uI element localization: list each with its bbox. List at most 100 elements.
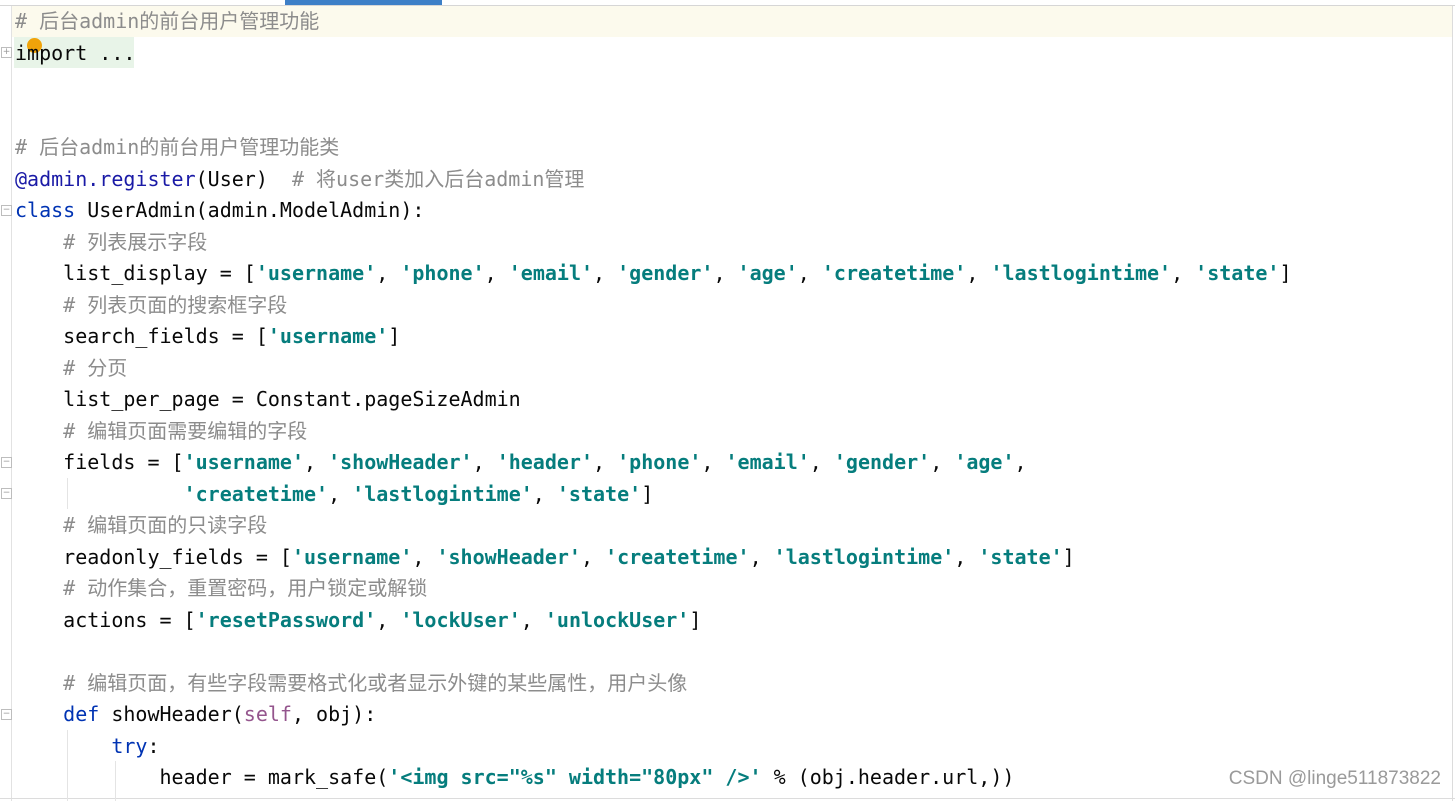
code-token: , [809, 450, 834, 474]
code-token: def [63, 702, 100, 726]
code-token: , [580, 544, 606, 569]
code-line[interactable]: # 动作集合，重置密码，用户锁定或解锁 [15, 573, 1292, 605]
code-token: , [749, 544, 774, 569]
code-token: , [930, 450, 955, 474]
code-token: 'gender' [617, 261, 714, 285]
code-line[interactable]: list_per_page = Constant.pageSizeAdmin [15, 384, 1292, 416]
code-token: # 后台admin的前台用户管理功能类 [15, 135, 340, 159]
code-token: 'username' [183, 450, 304, 474]
code-editor[interactable]: # 后台admin的前台用户管理功能 import ... # 后台admin的前… [15, 6, 1292, 794]
code-token: 'email' [725, 450, 810, 474]
fold-collapse-icon[interactable]: − [1, 457, 12, 468]
code-token: ] [641, 481, 654, 506]
code-line[interactable]: try: [15, 731, 1292, 763]
code-token: readonly_fields = [ [15, 544, 292, 569]
code-token: 'username' [255, 261, 377, 285]
code-token: , [376, 261, 401, 285]
code-token: , [532, 481, 557, 506]
code-token: , [304, 450, 329, 474]
code-line[interactable]: # 编辑页面需要编辑的字段 [15, 416, 1292, 448]
code-token: 'lockUser' [400, 607, 521, 632]
code-line[interactable]: # 列表展示字段 [15, 227, 1292, 259]
code-token: 'showHeader' [328, 450, 473, 474]
code-token: 'lastlogintime' [352, 481, 533, 506]
code-token: @admin.register [15, 166, 196, 191]
code-token: '<img src="%s" width="80px" />' [388, 765, 762, 789]
code-line[interactable]: # 分页 [15, 353, 1292, 385]
code-token: 'header' [496, 450, 594, 474]
code-token: , [966, 261, 991, 285]
code-line[interactable]: # 后台admin的前台用户管理功能 [15, 6, 1292, 38]
code-line[interactable]: # 编辑页面，有些字段需要格式化或者显示外键的某些属性，用户头像 [15, 668, 1292, 700]
code-line[interactable]: fields = ['username', 'showHeader', 'hea… [15, 447, 1292, 479]
code-token: # 后台admin的前台用户管理功能 [15, 9, 320, 33]
code-token: list_per_page = Constant.pageSizeAdmin [15, 387, 521, 411]
code-line[interactable]: header = mark_safe('<img src="%s" width=… [15, 762, 1292, 794]
code-token: # 分页 [63, 355, 128, 380]
code-line[interactable] [15, 101, 1292, 133]
code-line[interactable]: @admin.register(User) # 将user类加入后台admin管… [15, 164, 1292, 196]
code-line[interactable] [15, 636, 1292, 668]
code-line[interactable]: 'createtime', 'lastlogintime', 'state'] [15, 479, 1292, 511]
code-token: , [520, 607, 545, 632]
code-line[interactable]: # 编辑页面的只读字段 [15, 510, 1292, 542]
code-token: , [797, 261, 822, 285]
code-token: actions = [ [15, 607, 196, 632]
editor-right-border [1452, 6, 1453, 801]
code-token: , [593, 261, 618, 285]
code-token: , [484, 261, 509, 285]
code-token: 'resetPassword' [195, 607, 377, 632]
code-token: 'email' [508, 261, 594, 285]
code-token: # 编辑页面，有些字段需要格式化或者显示外键的某些属性，用户头像 [63, 670, 688, 695]
code-token: , [412, 544, 437, 569]
code-token: , [328, 481, 353, 506]
code-line[interactable]: def showHeader(self, obj): [15, 699, 1292, 731]
fold-expand-icon[interactable]: + [1, 47, 12, 58]
fold-collapse-icon[interactable]: − [1, 205, 12, 216]
code-token: 'age' [954, 450, 1015, 474]
code-line[interactable]: class UserAdmin(admin.ModelAdmin): [15, 195, 1292, 227]
code-token: 'username' [267, 324, 389, 348]
code-token: 'state' [556, 481, 642, 506]
code-token: 'lastlogintime' [990, 261, 1172, 285]
code-token: 'gender' [833, 450, 931, 474]
code-line[interactable]: search_fields = ['username'] [15, 321, 1292, 353]
code-token: (User) [195, 166, 292, 191]
code-token: # 编辑页面需要编辑的字段 [63, 418, 308, 443]
code-line[interactable]: # 列表页面的搜索框字段 [15, 290, 1292, 322]
code-token: # 编辑页面的只读字段 [63, 513, 268, 537]
code-token: , [376, 607, 401, 632]
code-token: self [243, 702, 292, 726]
fold-end-icon[interactable]: − [1, 488, 12, 499]
code-token: # 列表页面的搜索框字段 [63, 292, 288, 317]
code-token: 'age' [737, 261, 798, 285]
code-token: fields = [ [15, 450, 184, 474]
code-token: UserAdmin(admin.ModelAdmin): [75, 198, 425, 222]
code-token: 'phone' [400, 261, 485, 285]
code-line[interactable]: import ... [15, 38, 1292, 70]
code-line[interactable]: readonly_fields = ['username', 'showHead… [15, 542, 1292, 574]
code-token: 'unlockUser' [544, 607, 690, 632]
code-line[interactable]: actions = ['resetPassword', 'lockUser', … [15, 605, 1292, 637]
code-token: try [111, 733, 148, 758]
code-token: list_display = [ [15, 261, 256, 285]
fold-collapse-icon[interactable]: − [1, 709, 12, 720]
code-line[interactable] [15, 69, 1292, 101]
code-token: # 将user类加入后台admin管理 [291, 166, 585, 191]
code-token: 'state' [978, 544, 1063, 569]
code-token: , [701, 450, 726, 474]
code-line[interactable]: # 后台admin的前台用户管理功能类 [15, 132, 1292, 164]
code-token: , obj): [291, 702, 377, 726]
code-token: , [954, 544, 979, 569]
code-token: , [593, 450, 618, 474]
code-token: ] [388, 324, 401, 348]
code-line[interactable]: list_display = ['username', 'phone', 'em… [15, 258, 1291, 290]
